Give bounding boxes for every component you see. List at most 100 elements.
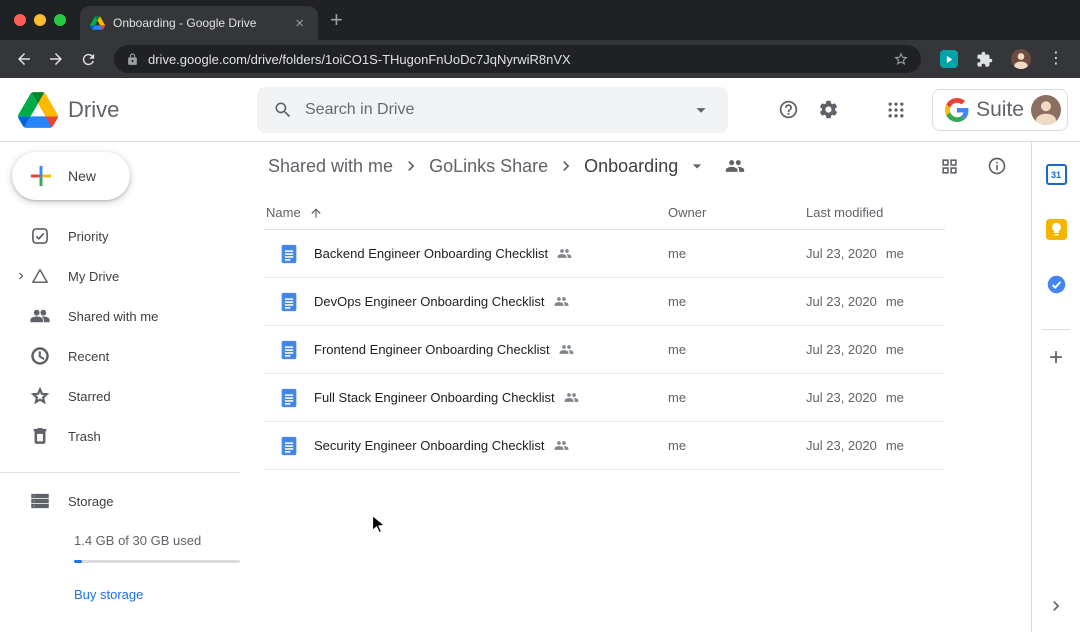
browser-tab[interactable]: Onboarding - Google Drive × [80, 6, 318, 40]
breadcrumb-item-shared-with-me[interactable]: Shared with me [266, 156, 395, 177]
buy-storage-link[interactable]: Buy storage [74, 587, 143, 602]
sidebar-item-label: Trash [68, 429, 101, 444]
file-owner: me [668, 342, 806, 357]
folder-menu-dropdown-icon[interactable] [687, 156, 707, 176]
minimize-window-button[interactable] [34, 14, 46, 26]
file-name-cell: Frontend Engineer Onboarding Checklist [264, 339, 668, 361]
back-button[interactable] [10, 45, 38, 73]
hide-panel-chevron-icon[interactable] [1046, 596, 1066, 616]
google-apps-grid-icon[interactable] [876, 90, 916, 130]
file-row[interactable]: DevOps Engineer Onboarding Checklist me … [264, 278, 945, 326]
sort-ascending-icon[interactable] [309, 206, 323, 220]
column-header-modified[interactable]: Last modified [806, 205, 945, 220]
info-button[interactable] [987, 156, 1007, 176]
trash-icon [30, 426, 50, 446]
breadcrumb: Shared with me GoLinks Share Onboarding [256, 142, 1031, 190]
file-modified-by: me [886, 342, 904, 357]
help-icon[interactable] [768, 90, 808, 130]
extensions-menu-icon[interactable] [976, 51, 993, 68]
new-plus-icon [28, 163, 54, 189]
reload-button[interactable] [74, 45, 102, 73]
file-list: Name Owner Last modified Backend Enginee… [264, 196, 945, 470]
sidebar-item-storage[interactable]: Storage [0, 481, 240, 521]
file-modified-cell: Jul 23, 2020 me [806, 246, 945, 261]
breadcrumb-item-golinks-share[interactable]: GoLinks Share [427, 156, 550, 177]
storage-usage-text: 1.4 GB of 30 GB used [0, 533, 240, 548]
url-text[interactable]: drive.google.com/drive/folders/1oiCO1S-T… [148, 52, 884, 67]
google-doc-icon [278, 243, 300, 265]
grid-view-button[interactable] [940, 157, 959, 176]
settings-gear-icon[interactable] [808, 90, 848, 130]
drive-brand[interactable]: Drive [0, 92, 257, 128]
header-actions: Suite [768, 89, 1080, 131]
sidebar-item-my-drive[interactable]: My Drive [0, 256, 256, 296]
drive-header: Drive Suite [0, 78, 1080, 142]
file-name: DevOps Engineer Onboarding Checklist [314, 294, 545, 309]
file-shared-icon [554, 438, 569, 453]
sidebar-item-priority[interactable]: Priority [0, 216, 256, 256]
google-doc-icon [278, 339, 300, 361]
file-name: Security Engineer Onboarding Checklist [314, 438, 545, 453]
search-icon[interactable] [273, 100, 293, 120]
sidebar-item-label: Storage [68, 494, 114, 509]
rail-divider [1042, 329, 1070, 330]
close-window-button[interactable] [14, 14, 26, 26]
sidebar-item-label: My Drive [68, 269, 119, 284]
file-owner: me [668, 390, 806, 405]
new-tab-button[interactable]: + [330, 9, 343, 31]
file-row[interactable]: Full Stack Engineer Onboarding Checklist… [264, 374, 945, 422]
file-shared-icon [559, 342, 574, 357]
file-name: Backend Engineer Onboarding Checklist [314, 246, 548, 261]
ssl-lock-icon[interactable] [126, 53, 139, 66]
expand-chevron-icon[interactable] [12, 269, 30, 283]
file-modified-cell: Jul 23, 2020 me [806, 438, 945, 453]
file-list-header: Name Owner Last modified [264, 196, 945, 230]
file-row[interactable]: Security Engineer Onboarding Checklist m… [264, 422, 945, 470]
sidebar-item-shared-with-me[interactable]: Shared with me [0, 296, 256, 336]
sidebar-item-trash[interactable]: Trash [0, 416, 256, 456]
file-row[interactable]: Frontend Engineer Onboarding Checklist m… [264, 326, 945, 374]
sidebar-item-starred[interactable]: Starred [0, 376, 256, 416]
tab-close-icon[interactable]: × [291, 15, 308, 32]
gsuite-wordmark: Suite [976, 98, 1024, 122]
tasks-icon[interactable] [1046, 274, 1067, 295]
file-name-cell: Security Engineer Onboarding Checklist [264, 435, 668, 457]
forward-button[interactable] [42, 45, 70, 73]
user-avatar[interactable] [1031, 95, 1061, 125]
view-actions [940, 156, 1007, 176]
file-modified-date: Jul 23, 2020 [806, 342, 877, 357]
zoom-window-button[interactable] [54, 14, 66, 26]
search-input[interactable] [305, 101, 678, 119]
google-doc-icon [278, 435, 300, 457]
file-row[interactable]: Backend Engineer Onboarding Checklist me… [264, 230, 945, 278]
column-header-name[interactable]: Name [264, 205, 668, 220]
file-modified-cell: Jul 23, 2020 me [806, 342, 945, 357]
get-addons-button[interactable]: + [1049, 346, 1063, 370]
browser-profile-avatar[interactable] [1011, 49, 1031, 69]
url-bar[interactable]: drive.google.com/drive/folders/1oiCO1S-T… [114, 45, 921, 73]
file-modified-cell: Jul 23, 2020 me [806, 294, 945, 309]
file-name-cell: Full Stack Engineer Onboarding Checklist [264, 387, 668, 409]
sidebar-item-label: Priority [68, 229, 108, 244]
browser-menu-icon[interactable]: ⋮ [1042, 51, 1070, 67]
file-modified-by: me [886, 294, 904, 309]
breadcrumb-item-onboarding[interactable]: Onboarding [582, 156, 680, 177]
search-options-dropdown-icon[interactable] [690, 99, 712, 121]
keep-icon[interactable] [1046, 219, 1067, 240]
bookmark-star-icon[interactable] [893, 51, 909, 67]
column-header-owner[interactable]: Owner [668, 205, 806, 220]
storage-icon [30, 491, 50, 511]
search-bar[interactable] [257, 87, 728, 133]
file-shared-icon [564, 390, 579, 405]
google-doc-icon [278, 291, 300, 313]
file-modified-date: Jul 23, 2020 [806, 390, 877, 405]
file-owner: me [668, 246, 806, 261]
storage-progress-fill [74, 560, 82, 563]
storage-section: Storage 1.4 GB of 30 GB used Buy storage [0, 472, 240, 604]
new-button[interactable]: New [12, 152, 130, 200]
calendar-icon[interactable]: 31 [1046, 164, 1067, 185]
sidebar-item-label: Starred [68, 389, 111, 404]
extension-icon[interactable] [940, 50, 958, 68]
storage-progressbar [74, 560, 240, 563]
sidebar-item-recent[interactable]: Recent [0, 336, 256, 376]
